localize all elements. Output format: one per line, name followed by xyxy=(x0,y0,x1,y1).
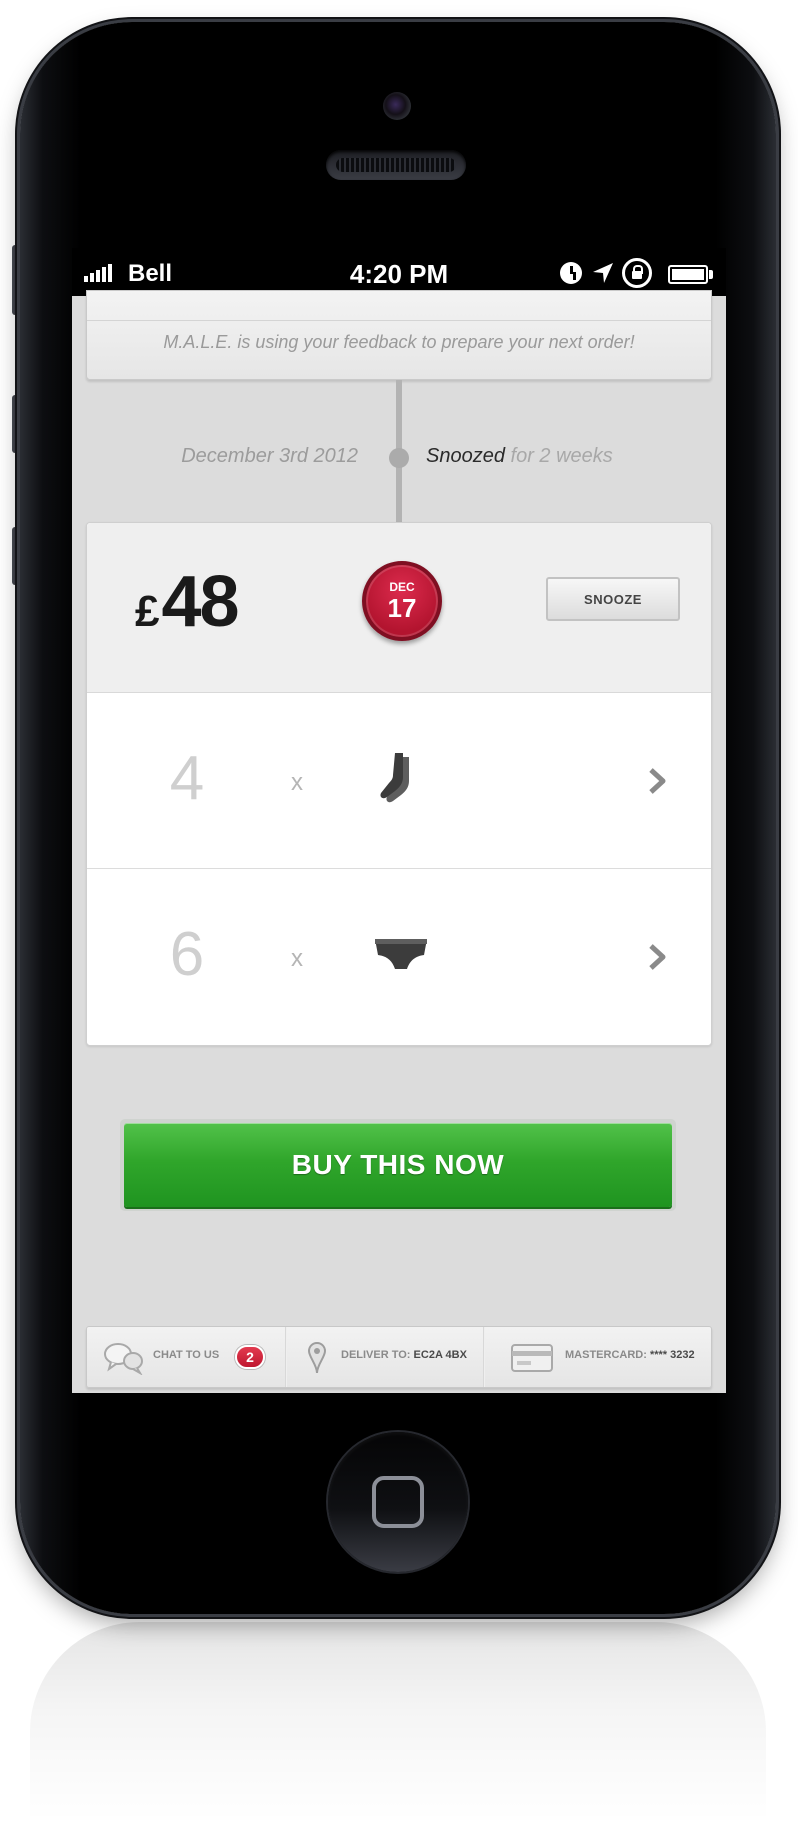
item-quantity: 4 xyxy=(169,744,205,813)
order-item-row[interactable]: 6 x xyxy=(87,869,711,1045)
chevron-right-icon[interactable] xyxy=(641,765,673,797)
socks-icon xyxy=(380,753,409,803)
chevron-right-icon[interactable] xyxy=(641,941,673,973)
footer-divider xyxy=(285,1327,287,1387)
order-card: £48 DEC 17 SNOOZE 4 x 6 x xyxy=(86,522,712,1046)
buy-button-frame: BUY THIS NOW xyxy=(120,1119,676,1211)
alarm-icon xyxy=(560,262,582,284)
timeline-status: Snoozed for 2 weeks xyxy=(426,445,613,468)
underwear-icon xyxy=(375,939,427,969)
credit-card-icon[interactable] xyxy=(510,1343,554,1373)
status-word: Snoozed xyxy=(426,445,505,467)
feedback-card: M.A.L.E. is using your feedback to prepa… xyxy=(86,290,712,380)
footer-bar: CHAT TO US 2 DELIVER TO: EC2A 4BX MASTER… xyxy=(86,1326,712,1388)
phone-reflection xyxy=(30,1622,766,1822)
buy-now-button[interactable]: BUY THIS NOW xyxy=(124,1123,672,1207)
chat-bubbles-icon[interactable] xyxy=(103,1341,145,1375)
battery-icon xyxy=(668,265,708,284)
earpiece-speaker xyxy=(326,150,466,180)
rotation-lock-icon xyxy=(622,258,652,288)
order-header: £48 DEC 17 SNOOZE xyxy=(87,523,711,693)
order-price: £48 xyxy=(135,561,240,643)
status-duration: for 2 weeks xyxy=(504,445,613,467)
times-symbol: x xyxy=(291,945,303,972)
delivery-date-badge: DEC 17 xyxy=(362,561,442,641)
battery-tip xyxy=(709,270,713,279)
front-camera xyxy=(383,92,411,120)
payment-method[interactable]: MASTERCARD: **** 3232 xyxy=(565,1349,695,1361)
card-label: MASTERCARD: xyxy=(565,1349,647,1361)
status-bar: Bell 4:20 PM xyxy=(72,248,726,296)
date-day: 17 xyxy=(387,593,417,623)
app-content: M.A.L.E. is using your feedback to prepa… xyxy=(72,290,726,1393)
timeline-date: December 3rd 2012 xyxy=(181,445,358,467)
deliver-postcode: EC2A 4BX xyxy=(413,1349,467,1361)
delivery-address[interactable]: DELIVER TO: EC2A 4BX xyxy=(341,1349,467,1361)
location-pin-icon[interactable] xyxy=(307,1341,327,1375)
times-symbol: x xyxy=(291,769,303,796)
order-item-row[interactable]: 4 x xyxy=(87,693,711,869)
date-month: DEC xyxy=(389,580,415,594)
location-icon xyxy=(593,263,613,283)
currency-symbol: £ xyxy=(135,587,160,636)
home-square-icon xyxy=(372,1476,424,1528)
chat-label[interactable]: CHAT TO US xyxy=(153,1349,219,1361)
card-number: **** 3232 xyxy=(649,1349,695,1361)
timeline-dot xyxy=(389,448,409,468)
feedback-message: M.A.L.E. is using your feedback to prepa… xyxy=(163,332,635,352)
phone-screen: Bell 4:20 PM M.A.L.E. is using your feed… xyxy=(72,248,726,1393)
footer-divider xyxy=(483,1327,485,1387)
snooze-button[interactable]: SNOOZE xyxy=(546,577,680,621)
price-value: 48 xyxy=(161,562,239,642)
home-button[interactable] xyxy=(328,1432,468,1572)
chat-count-badge: 2 xyxy=(235,1345,265,1369)
deliver-label: DELIVER TO: xyxy=(341,1349,411,1361)
divider xyxy=(87,320,711,321)
item-quantity: 6 xyxy=(169,920,205,989)
